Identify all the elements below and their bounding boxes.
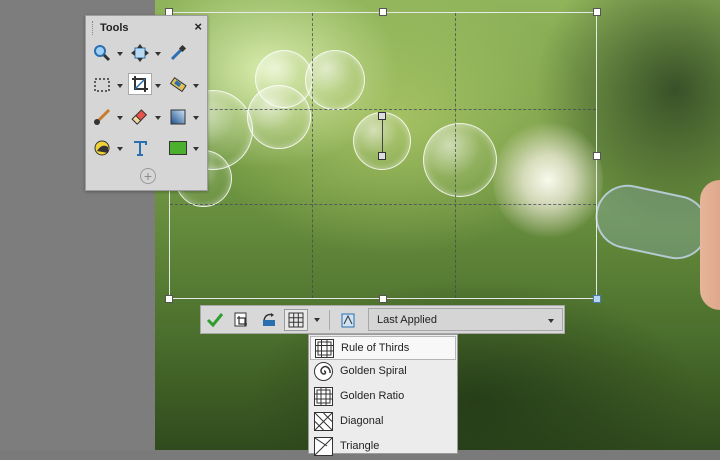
tools-title: Tools [100, 22, 129, 34]
eyedropper-icon[interactable] [166, 42, 190, 64]
menu-item-label: Rule of Thirds [341, 342, 410, 354]
zoom-icon[interactable] [90, 42, 114, 64]
crop-handle-bottom[interactable] [379, 295, 387, 303]
grid-line [455, 13, 456, 298]
chevron-down-icon[interactable] [193, 84, 199, 88]
chevron-down-icon[interactable] [155, 52, 161, 56]
fill-color-icon[interactable] [166, 137, 190, 159]
add-tool-icon[interactable]: + [140, 168, 156, 184]
crop-handle-top[interactable] [379, 8, 387, 16]
chevron-down-icon[interactable] [117, 84, 123, 88]
preset-value: Last Applied [377, 314, 437, 326]
menu-item-label: Golden Spiral [340, 365, 407, 377]
chevron-down-icon[interactable] [155, 116, 161, 120]
overlay-menu-dropdown[interactable] [309, 309, 325, 331]
straighten-icon[interactable] [166, 74, 190, 96]
menu-item-label: Diagonal [340, 415, 384, 427]
menu-item-diagonal[interactable]: Diagonal [310, 410, 456, 434]
marquee-icon[interactable] [90, 74, 114, 96]
crop-handle-top-right[interactable] [593, 8, 601, 16]
chevron-down-icon[interactable] [117, 147, 123, 151]
chevron-down-icon[interactable] [193, 116, 199, 120]
overlay-menu: Rule of Thirds Golden Spiral Golden Rati… [308, 334, 458, 456]
crop-to-selection-icon[interactable] [230, 309, 254, 331]
pan-icon[interactable] [128, 42, 152, 64]
rotation-handle[interactable] [378, 112, 386, 120]
overlay-grid-icon[interactable] [284, 309, 308, 331]
chevron-down-icon[interactable] [193, 147, 199, 151]
grid-line [170, 109, 596, 110]
preset-dropdown[interactable]: Last Applied [368, 308, 563, 331]
crop-handle-bottom-left[interactable] [165, 295, 173, 303]
eraser-icon[interactable] [128, 106, 152, 128]
golden-ratio-icon [314, 387, 333, 406]
hand [700, 180, 720, 310]
chevron-down-icon [314, 318, 320, 322]
golden-spiral-icon [314, 362, 333, 381]
text-icon[interactable] [128, 137, 152, 159]
chevron-down-icon[interactable] [155, 84, 161, 88]
crop-handle-bottom-right[interactable] [593, 295, 601, 303]
fill-color-swatch [169, 141, 187, 155]
separator [329, 310, 330, 330]
menu-item-golden-spiral[interactable]: Golden Spiral [310, 360, 456, 384]
rotate-icon[interactable] [257, 309, 281, 331]
rotation-pivot[interactable] [378, 152, 386, 160]
rule-of-thirds-icon [315, 339, 334, 358]
panel-grip[interactable] [92, 21, 96, 35]
diagonal-icon [314, 412, 333, 431]
menu-item-label: Golden Ratio [340, 390, 405, 402]
menu-item-label: Triangle [340, 440, 380, 452]
crop-handle-right[interactable] [593, 152, 601, 160]
paint-brush-icon[interactable] [90, 106, 114, 128]
tools-panel: Tools × + [85, 15, 208, 191]
grid-line [312, 13, 313, 298]
menu-item-golden-ratio[interactable]: Golden Ratio [310, 385, 456, 409]
burn-icon[interactable] [90, 137, 114, 159]
menu-item-triangle[interactable]: Triangle [310, 435, 456, 459]
chevron-down-icon[interactable] [117, 52, 123, 56]
apply-check-icon[interactable] [203, 309, 227, 331]
menu-item-rule-of-thirds[interactable]: Rule of Thirds [310, 336, 456, 360]
grid-line [170, 204, 596, 205]
close-icon[interactable]: × [194, 19, 202, 34]
chevron-down-icon [548, 319, 554, 323]
overlay-options-icon[interactable] [336, 309, 360, 331]
gradient-icon[interactable] [166, 106, 190, 128]
triangle-icon [314, 437, 333, 456]
bubble-wand [589, 178, 715, 266]
crop-icon[interactable] [128, 73, 152, 95]
chevron-down-icon[interactable] [117, 116, 123, 120]
